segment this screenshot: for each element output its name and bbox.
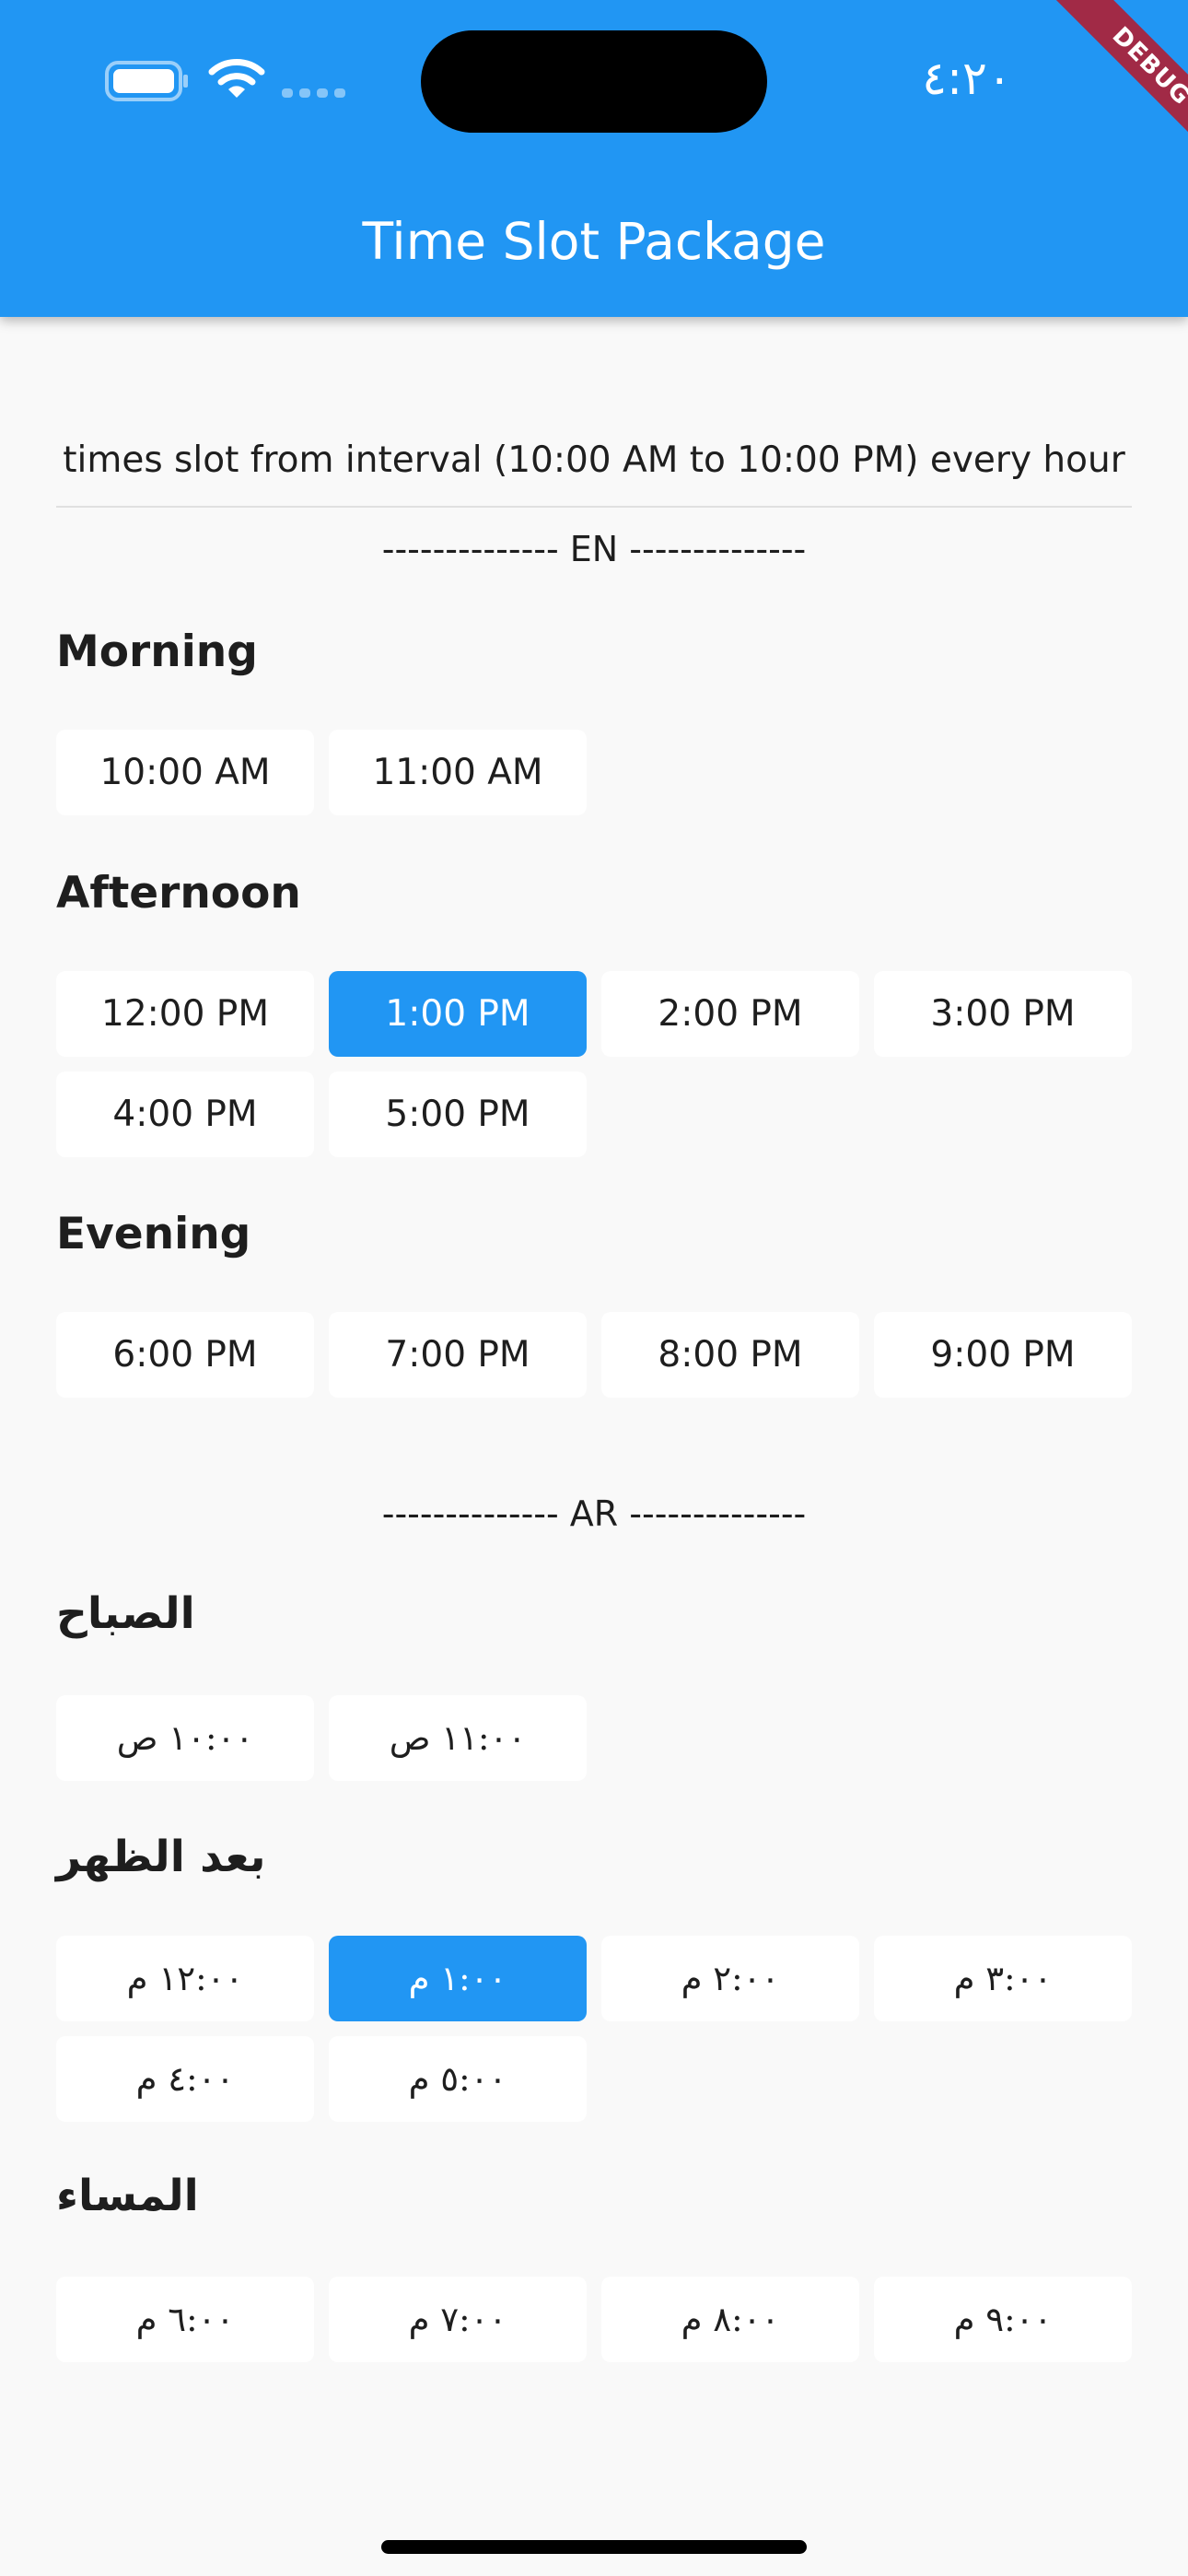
slot-ar-evening-3[interactable]: ٨:٠٠ م <box>601 2277 859 2362</box>
slot-ar-morning-2[interactable]: ١١:٠٠ ص <box>329 1695 587 1781</box>
divider <box>56 506 1132 508</box>
slot-en-evening-4[interactable]: 9:00 PM <box>874 1312 1132 1398</box>
slot-ar-afternoon-6[interactable]: ٥:٠٠ م <box>329 2036 587 2122</box>
slot-en-afternoon-6[interactable]: 5:00 PM <box>329 1071 587 1157</box>
en-separator: -------------- EN -------------- <box>381 529 807 569</box>
slot-ar-evening-2[interactable]: ٧:٠٠ م <box>329 2277 587 2362</box>
slot-en-evening-1[interactable]: 6:00 PM <box>56 1312 314 1398</box>
slot-ar-afternoon-3[interactable]: ٢:٠٠ م <box>601 1936 859 2021</box>
slot-en-afternoon-3[interactable]: 2:00 PM <box>601 971 859 1057</box>
battery-icon <box>105 61 190 105</box>
slot-en-evening-3[interactable]: 8:00 PM <box>601 1312 859 1398</box>
slot-en-morning-2[interactable]: 11:00 AM <box>329 730 587 815</box>
signal-icon <box>282 86 346 103</box>
slot-ar-evening-4[interactable]: ٩:٠٠ م <box>874 2277 1132 2362</box>
ar-separator: -------------- AR -------------- <box>381 1493 807 1534</box>
slot-en-afternoon-1[interactable]: 12:00 PM <box>56 971 314 1057</box>
slot-ar-afternoon-5[interactable]: ٤:٠٠ م <box>56 2036 314 2122</box>
ar-evening-heading: المساء <box>56 2171 199 2221</box>
en-morning-heading: Morning <box>56 626 258 677</box>
en-afternoon-heading: Afternoon <box>56 868 301 919</box>
page-title: Time Slot Package <box>362 212 826 271</box>
slot-en-afternoon-5[interactable]: 4:00 PM <box>56 1071 314 1157</box>
slot-ar-morning-1[interactable]: ١٠:٠٠ ص <box>56 1695 314 1781</box>
status-time: ٤:٢٠ <box>922 52 1012 105</box>
slot-ar-afternoon-4[interactable]: ٣:٠٠ م <box>874 1936 1132 2021</box>
slot-ar-evening-1[interactable]: ٦:٠٠ م <box>56 2277 314 2362</box>
slot-ar-afternoon-2-selected[interactable]: ١:٠٠ م <box>329 1936 587 2021</box>
ar-afternoon-heading: بعد الظهر <box>56 1832 266 1882</box>
slot-ar-afternoon-1[interactable]: ١٢:٠٠ م <box>56 1936 314 2021</box>
slot-en-afternoon-4[interactable]: 3:00 PM <box>874 971 1132 1057</box>
interval-description: times slot from interval (10:00 AM to 10… <box>63 439 1125 481</box>
app-bar: ٤:٢٠ Time Slot Package <box>0 0 1188 317</box>
home-indicator[interactable] <box>381 2540 807 2554</box>
dynamic-island <box>421 30 767 133</box>
slot-en-evening-2[interactable]: 7:00 PM <box>329 1312 587 1398</box>
en-evening-heading: Evening <box>56 1209 251 1259</box>
slot-en-afternoon-2-selected[interactable]: 1:00 PM <box>329 971 587 1057</box>
slot-en-morning-1[interactable]: 10:00 AM <box>56 730 314 815</box>
wifi-icon <box>208 57 265 105</box>
ar-morning-heading: الصباح <box>56 1588 195 1639</box>
